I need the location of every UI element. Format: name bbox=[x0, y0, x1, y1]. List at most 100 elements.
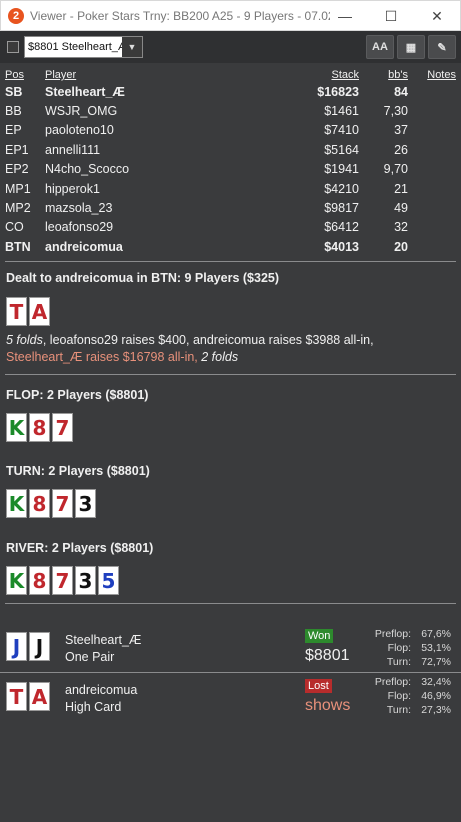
toolbar: $8801 Steelheart_Æ ▼ AA ▦ ✎ bbox=[0, 31, 461, 63]
player-bb: 49 bbox=[394, 201, 408, 216]
font-size-button[interactable]: AA bbox=[366, 35, 394, 59]
table-row[interactable]: EP2 N4cho_Scocco $1941 9,70 bbox=[5, 160, 456, 179]
lost-badge: Lost bbox=[305, 679, 332, 693]
player-pos: BB bbox=[5, 104, 22, 119]
players-table: Pos Player Stack bb's Notes SB Steelheart… bbox=[5, 68, 456, 257]
player-stack: $4013 bbox=[324, 239, 359, 254]
playing-card: 3 bbox=[75, 489, 96, 518]
equity-value: 27,3% bbox=[421, 704, 451, 716]
table-row[interactable]: BTN andreicomua $4013 20 bbox=[5, 237, 456, 256]
table-row[interactable]: CO leoafonso29 $6412 32 bbox=[5, 218, 456, 237]
player-name: annelli111 bbox=[45, 142, 101, 157]
playing-card: J bbox=[6, 632, 27, 661]
player-name: WSJR_OMG bbox=[45, 104, 118, 119]
playing-card: K bbox=[6, 413, 27, 442]
actions-folds: 5 folds bbox=[6, 333, 43, 347]
equity-label: Flop: bbox=[387, 690, 411, 702]
equity-value: 67,6% bbox=[421, 628, 451, 640]
player-name: N4cho_Scocco bbox=[45, 162, 130, 177]
shows-label: shows bbox=[305, 697, 351, 714]
player-pos: CO bbox=[5, 220, 24, 235]
loser-equity: Preflop: 32,4% Flop: 46,9% Turn: 27,3% bbox=[356, 676, 451, 718]
equity-row: Turn: 72,7% bbox=[356, 656, 451, 670]
playing-card: 8 bbox=[29, 566, 50, 595]
winner-name: Steelheart_Æ bbox=[65, 633, 142, 647]
close-button[interactable]: ✕ bbox=[414, 1, 460, 31]
playing-card: K bbox=[6, 489, 27, 518]
equity-label: Preflop: bbox=[374, 628, 411, 640]
table-header: Pos Player Stack bb's Notes bbox=[5, 68, 456, 82]
header-player[interactable]: Player bbox=[45, 69, 76, 81]
header-pos[interactable]: Pos bbox=[5, 69, 24, 81]
actions-raises: , leoafonso29 raises $400, andreicomua r… bbox=[42, 333, 374, 347]
header-notes[interactable]: Notes bbox=[427, 69, 456, 81]
flop-title: FLOP: 2 Players ($8801) bbox=[6, 388, 149, 402]
actions-folds-2: 2 folds bbox=[197, 350, 239, 364]
playing-card: J bbox=[29, 632, 50, 661]
equity-label: Flop: bbox=[387, 642, 411, 654]
table-row[interactable]: MP2 mazsola_23 $9817 49 bbox=[5, 198, 456, 217]
grid-icon[interactable]: ▦ bbox=[397, 35, 425, 59]
player-name: paoloteno10 bbox=[45, 123, 114, 138]
equity-value: 32,4% bbox=[421, 676, 451, 688]
table-row[interactable]: MP1 hipperok1 $4210 21 bbox=[5, 179, 456, 198]
equity-value: 53,1% bbox=[421, 642, 451, 654]
winner-hand: One Pair bbox=[65, 650, 115, 664]
equity-row: Flop: 46,9% bbox=[356, 690, 451, 704]
player-stack: $5164 bbox=[324, 142, 359, 157]
minimize-button[interactable]: — bbox=[322, 1, 368, 31]
player-name: Steelheart_Æ bbox=[45, 84, 125, 99]
table-row[interactable]: SB Steelheart_Æ $16823 84 bbox=[5, 82, 456, 101]
divider bbox=[0, 672, 461, 673]
equity-row: Flop: 53,1% bbox=[356, 642, 451, 656]
player-pos: MP2 bbox=[5, 201, 31, 216]
pencil-icon[interactable]: ✎ bbox=[428, 35, 456, 59]
loser-cards: TA bbox=[6, 682, 50, 711]
equity-row: Turn: 27,3% bbox=[356, 704, 451, 718]
hand-select-value: $8801 Steelheart_Æ bbox=[28, 41, 124, 53]
player-bb: 37 bbox=[394, 123, 408, 138]
turn-title: TURN: 2 Players ($8801) bbox=[6, 464, 150, 478]
player-stack: $6412 bbox=[324, 220, 359, 235]
window-title: Viewer - Poker Stars Trny: BB200 A25 - 9… bbox=[30, 8, 330, 23]
header-stack[interactable]: Stack bbox=[331, 69, 359, 81]
playing-card: A bbox=[29, 297, 50, 326]
player-bb: 9,70 bbox=[383, 162, 408, 177]
player-bb: 26 bbox=[394, 142, 408, 157]
loser-hand: High Card bbox=[65, 700, 122, 714]
player-name: andreicomua bbox=[45, 239, 123, 254]
actions-allin: Steelheart_Æ raises $16798 all-in, bbox=[6, 350, 198, 364]
player-stack: $16823 bbox=[317, 84, 359, 99]
player-pos: EP bbox=[5, 123, 22, 138]
divider bbox=[5, 261, 456, 262]
player-stack: $1941 bbox=[324, 162, 359, 177]
divider bbox=[5, 374, 456, 375]
title-bar: 2 Viewer - Poker Stars Trny: BB200 A25 -… bbox=[0, 0, 461, 31]
player-bb: 32 bbox=[394, 220, 408, 235]
loser-name: andreicomua bbox=[65, 683, 138, 697]
playing-card: 5 bbox=[98, 566, 119, 595]
equity-value: 46,9% bbox=[421, 690, 451, 702]
player-pos: EP2 bbox=[5, 162, 29, 177]
table-row[interactable]: EP paoloteno10 $7410 37 bbox=[5, 121, 456, 140]
player-bb: 84 bbox=[394, 84, 408, 99]
player-pos: BTN bbox=[5, 239, 31, 254]
playing-card: K bbox=[6, 566, 27, 595]
select-checkbox[interactable] bbox=[7, 41, 19, 53]
app-icon: 2 bbox=[8, 7, 24, 24]
hole-cards: TA bbox=[6, 297, 50, 326]
won-amount: $8801 bbox=[305, 647, 350, 664]
table-row[interactable]: BB WSJR_OMG $1461 7,30 bbox=[5, 101, 456, 120]
hand-select-dropdown[interactable]: $8801 Steelheart_Æ ▼ bbox=[24, 36, 143, 58]
player-bb: 20 bbox=[394, 239, 408, 254]
playing-card: 7 bbox=[52, 489, 73, 518]
player-pos: MP1 bbox=[5, 181, 31, 196]
player-bb: 21 bbox=[394, 181, 408, 196]
header-bb[interactable]: bb's bbox=[388, 69, 408, 81]
chevron-down-icon[interactable]: ▼ bbox=[122, 37, 142, 57]
maximize-button[interactable]: ☐ bbox=[368, 1, 414, 31]
equity-label: Turn: bbox=[386, 704, 411, 716]
flop-cards: K87 bbox=[6, 413, 73, 442]
player-name: hipperok1 bbox=[45, 181, 100, 196]
table-row[interactable]: EP1 annelli111 $5164 26 bbox=[5, 140, 456, 159]
